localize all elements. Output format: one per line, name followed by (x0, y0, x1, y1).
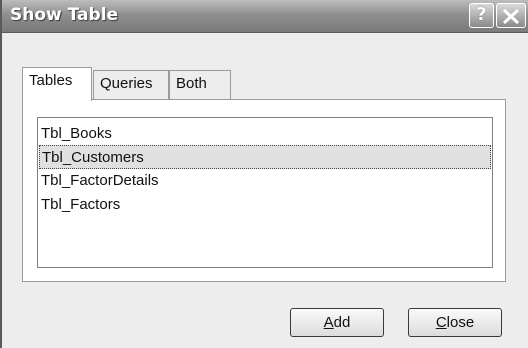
dialog-title: Show Table (10, 5, 119, 25)
close-label-rest: lose (446, 314, 475, 331)
add-button[interactable]: Add (290, 308, 384, 337)
close-window-button[interactable] (496, 3, 526, 28)
close-button[interactable]: Close (408, 308, 502, 337)
tab-both[interactable]: Both (169, 70, 231, 100)
title-bar[interactable]: Show Table ? (2, 0, 528, 33)
tables-listbox[interactable]: Tbl_Books Tbl_Customers Tbl_FactorDetail… (37, 117, 493, 268)
help-button[interactable]: ? (469, 3, 494, 28)
close-x-icon (502, 8, 520, 25)
list-item-tbl-factors[interactable]: Tbl_Factors (39, 193, 491, 217)
show-table-dialog: Show Table ? Tables Queries Both Tbl_Boo… (0, 0, 528, 348)
list-item-tbl-books[interactable]: Tbl_Books (39, 122, 491, 146)
list-item-tbl-factordetails[interactable]: Tbl_FactorDetails (39, 169, 491, 193)
list-item-tbl-customers[interactable]: Tbl_Customers (39, 145, 491, 169)
add-mnemonic: A (323, 314, 334, 331)
tab-tables[interactable]: Tables (22, 67, 92, 101)
tab-queries[interactable]: Queries (93, 70, 169, 100)
add-label-rest: dd (333, 314, 351, 331)
close-mnemonic: C (435, 314, 447, 331)
question-mark-icon: ? (476, 4, 487, 25)
tab-panel: Tbl_Books Tbl_Customers Tbl_FactorDetail… (22, 99, 506, 282)
